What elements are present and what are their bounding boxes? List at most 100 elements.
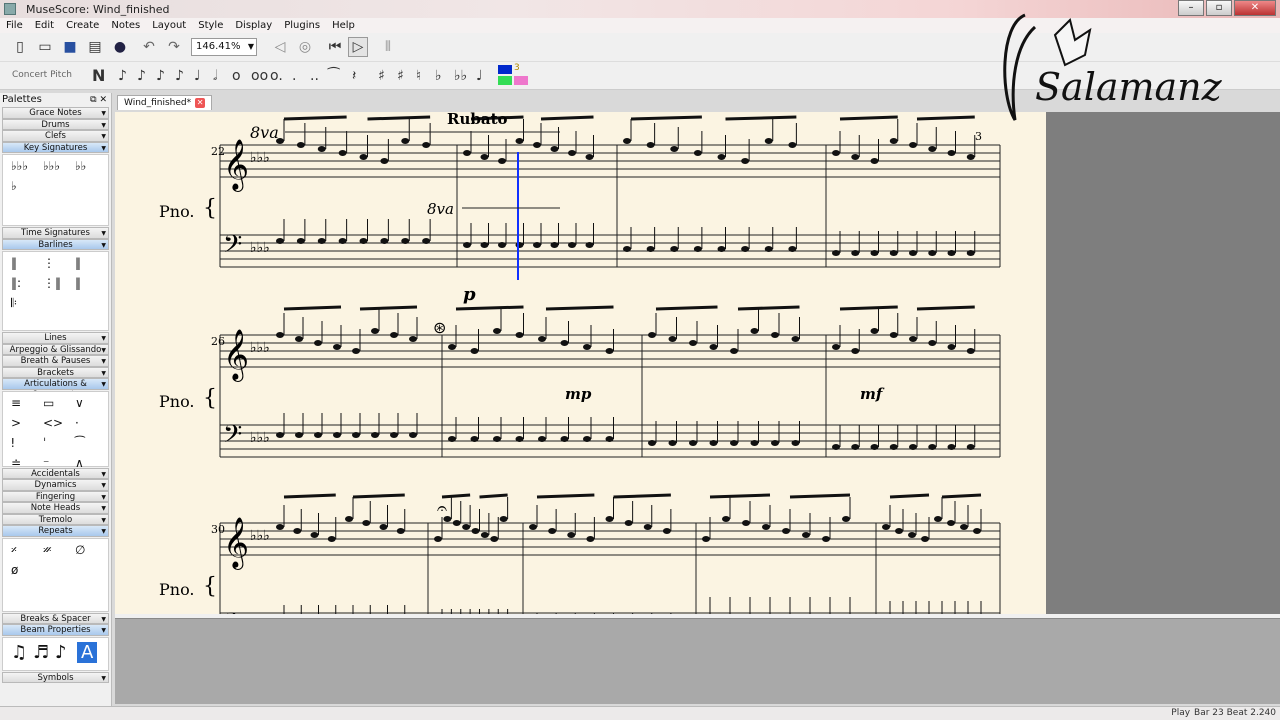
palette-symbol[interactable]: ♪	[55, 642, 67, 663]
undo-icon[interactable]: ↶	[139, 37, 159, 57]
voice-3-label[interactable]: 3	[514, 63, 520, 73]
palette-symbol[interactable]: ≡	[11, 396, 21, 410]
close-tab-icon[interactable]: ✕	[195, 98, 206, 108]
palette-symbols[interactable]: Symbols ▼	[2, 671, 109, 683]
menu-help[interactable]: Help	[326, 18, 361, 33]
palette-grid[interactable]: 𝄎 𝄏 ∅ ø	[2, 537, 109, 612]
palette-symbol[interactable]: ·	[75, 416, 79, 430]
palette-symbol[interactable]: 𝄆	[11, 296, 17, 311]
note-32nd-icon[interactable]: ♪	[137, 68, 146, 84]
palette-symbol[interactable]: ♭	[11, 179, 17, 193]
natural-icon[interactable]: ♮	[416, 68, 421, 84]
palette-barlines[interactable]: Barlines ▼	[2, 238, 109, 250]
voice-1-icon[interactable]	[498, 65, 512, 74]
palette-arpeggio-glissando[interactable]: Arpeggio & Glissando ▼	[2, 343, 109, 355]
loop-icon[interactable]: ⦀	[378, 37, 398, 57]
palette-symbol[interactable]: ǃ	[11, 436, 15, 450]
palette-symbol[interactable]: ∨	[75, 396, 84, 410]
score-svg[interactable]: 𝄞♭♭♭𝄢♭♭♭{22Pno.𝄞♭♭♭𝄢♭♭♭{26Pno.𝄞♭♭♭𝄢♭♭♭{3…	[115, 112, 1046, 614]
palette-drums[interactable]: Drums ▼	[2, 118, 109, 130]
palette-symbol[interactable]: 𝄎	[11, 543, 17, 558]
flat-icon[interactable]: ♭	[435, 68, 442, 84]
menu-plugins[interactable]: Plugins	[278, 18, 326, 33]
palette-tremolo[interactable]: Tremolo ▼	[2, 513, 109, 525]
panel-controls[interactable]: ⧉ ✕	[90, 93, 107, 107]
menu-edit[interactable]: Edit	[29, 18, 60, 33]
palette-symbol[interactable]: ‖	[11, 256, 17, 270]
speaker-icon[interactable]: ◁	[270, 37, 290, 57]
flip-direction-icon[interactable]: ♩	[476, 68, 483, 84]
palette-symbol[interactable]: ø	[11, 563, 18, 577]
palette-clefs[interactable]: Clefs ▼	[2, 130, 109, 142]
palette-dynamics[interactable]: Dynamics ▼	[2, 479, 109, 491]
palette-breaks-spacer[interactable]: Breaks & Spacer ▼	[2, 612, 109, 624]
menu-display[interactable]: Display	[229, 18, 278, 33]
palette-time-signatures[interactable]: Time Signatures ▼	[2, 227, 109, 239]
note-64th-icon[interactable]: ♪	[118, 68, 127, 84]
palette-grid[interactable]: ♫ ♬ ♪ A	[2, 636, 109, 671]
note-longa-icon[interactable]: o.	[270, 68, 283, 84]
double-flat-icon[interactable]: ♭♭	[454, 68, 467, 84]
palette-breath-pauses[interactable]: Breath & Pauses ▼	[2, 355, 109, 367]
palette-symbol[interactable]: ⋮‖	[43, 276, 61, 290]
note-quarter-icon[interactable]: ♩	[194, 68, 201, 84]
palette-symbol[interactable]: >	[11, 416, 21, 430]
palette-symbol[interactable]: ♬	[33, 642, 49, 663]
play-icon[interactable]: ▷	[348, 37, 368, 57]
palette-note-heads[interactable]: Note Heads ▼	[2, 502, 109, 514]
menu-file[interactable]: File	[0, 18, 29, 33]
document-tab[interactable]: Wind_finished* ✕	[117, 95, 213, 110]
palette-symbol[interactable]: ⁀	[75, 436, 85, 450]
note-input-mode-icon[interactable]: N	[92, 66, 105, 85]
zoom-select[interactable]: 146.41% ▼	[191, 38, 257, 56]
palette-brackets[interactable]: Brackets ▼	[2, 366, 109, 378]
palette-repeats[interactable]: Repeats ▼	[2, 525, 109, 537]
menu-notes[interactable]: Notes	[105, 18, 146, 33]
note-whole-icon[interactable]: o	[232, 68, 241, 84]
double-dot-icon[interactable]: ..	[310, 68, 319, 84]
redo-icon[interactable]: ↷	[164, 37, 184, 57]
palette-symbol[interactable]: ♭♭♭	[11, 159, 28, 173]
sharp-icon[interactable]: ♯	[378, 68, 385, 84]
palette-accidentals[interactable]: Accidentals ▼	[2, 467, 109, 479]
palette-fingering[interactable]: Fingering ▼	[2, 490, 109, 502]
menu-layout[interactable]: Layout	[146, 18, 192, 33]
dot-icon[interactable]: .	[292, 68, 296, 84]
palette-grace-notes[interactable]: Grace Notes ▼	[2, 107, 109, 119]
double-sharp-icon[interactable]: ♯	[397, 68, 404, 84]
palette-key-signatures[interactable]: Key Signatures ▼	[2, 141, 109, 153]
menu-style[interactable]: Style	[192, 18, 229, 33]
note-16th-icon[interactable]: ♪	[156, 68, 165, 84]
palette-symbol[interactable]: <>	[43, 416, 63, 430]
score-canvas[interactable]: 𝄞♭♭♭𝄢♭♭♭{22Pno.𝄞♭♭♭𝄢♭♭♭{26Pno.𝄞♭♭♭𝄢♭♭♭{3…	[115, 112, 1046, 614]
note-eighth-icon[interactable]: ♪	[175, 68, 184, 84]
note-half-icon[interactable]: 𝅗𝅥	[213, 68, 217, 84]
palette-symbol[interactable]: ♫	[11, 642, 27, 663]
community-icon[interactable]: ●	[110, 37, 130, 57]
new-file-icon[interactable]: ▯	[10, 37, 30, 57]
note-breve-icon[interactable]: oo	[251, 68, 268, 84]
palette-symbol[interactable]: ‖	[75, 256, 81, 270]
open-file-icon[interactable]: ▭	[35, 37, 55, 57]
palette-symbol[interactable]: ♭♭	[75, 159, 86, 173]
palette-symbol[interactable]: ‖:	[11, 276, 21, 290]
tie-icon[interactable]: ⁀	[328, 68, 339, 84]
voice-2-icon[interactable]	[498, 76, 512, 85]
rest-icon[interactable]: 𝄽	[352, 68, 356, 84]
palette-symbol[interactable]: ˈ	[43, 436, 46, 450]
palette-beam-properties[interactable]: Beam Properties ▼	[2, 624, 109, 636]
palette-lines[interactable]: Lines ▼	[2, 332, 109, 344]
palette-grid[interactable]: ≡ ▭ ∨ > <> · ǃ ˈ ⁀ ≐ ⁻ ∧	[2, 390, 109, 470]
concert-pitch-button[interactable]: Concert Pitch	[12, 70, 72, 80]
print-icon[interactable]: ▤	[85, 37, 105, 57]
rewind-icon[interactable]: ⏮	[325, 37, 345, 57]
save-icon[interactable]: ■	[60, 37, 80, 57]
palette-symbol[interactable]: ⋮	[43, 256, 55, 270]
palette-symbol[interactable]: ▭	[43, 396, 54, 410]
palette-grid[interactable]: ‖ ⋮ ‖ ‖: ⋮‖ ‖ 𝄆	[2, 251, 109, 331]
palette-articulations-ornaments[interactable]: Articulations & Ornaments▼	[2, 378, 109, 400]
menu-create[interactable]: Create	[60, 18, 105, 33]
palette-symbol[interactable]: ♭♭♭	[43, 159, 60, 173]
voice-4-icon[interactable]	[514, 76, 528, 85]
palette-symbol[interactable]: ∅	[75, 543, 85, 557]
